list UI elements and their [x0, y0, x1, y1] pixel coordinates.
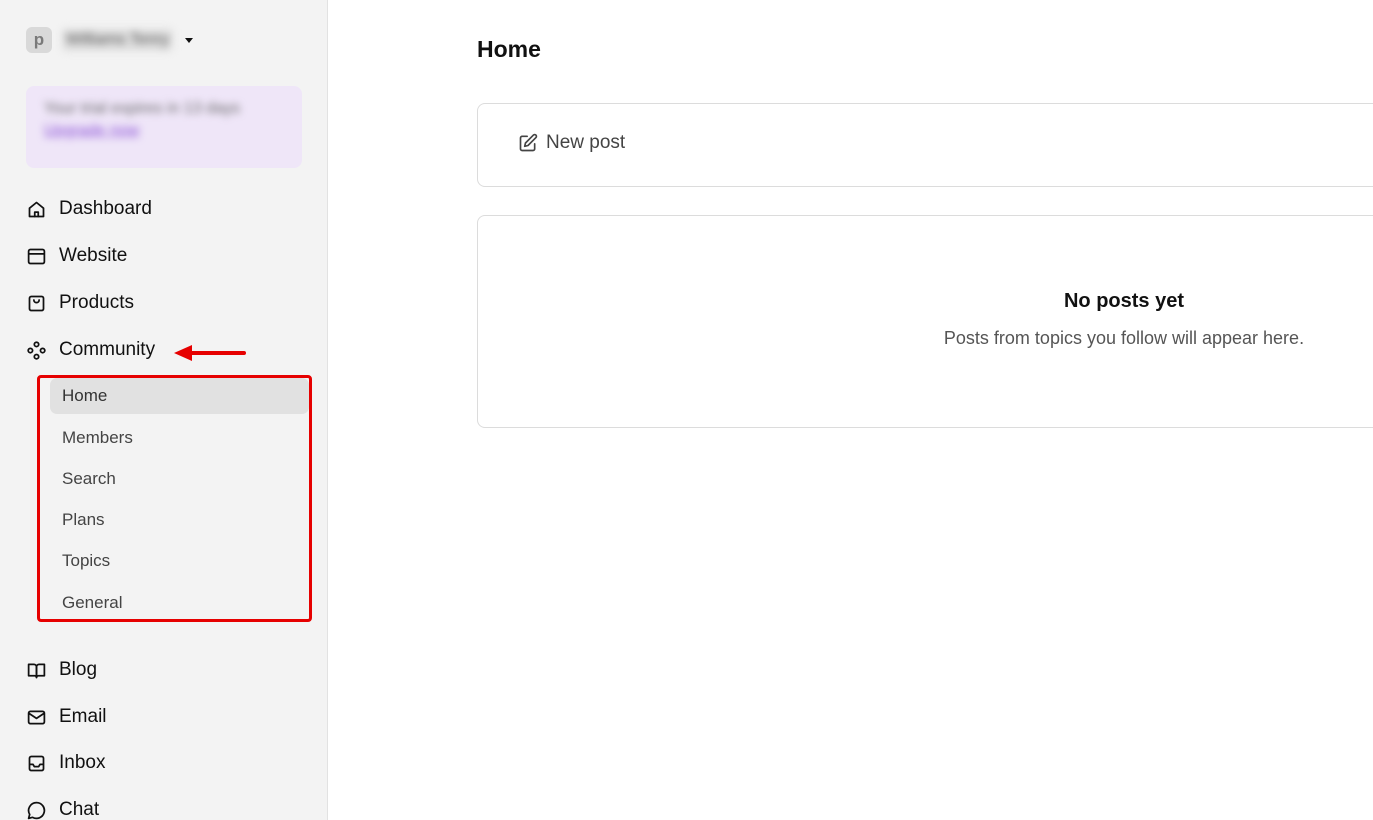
sidebar-item-label: Products	[59, 292, 134, 313]
sidebar-item-label: Blog	[59, 659, 98, 680]
sidebar-item-products[interactable]: Products	[26, 290, 134, 316]
subnav-item-plans[interactable]: Plans	[50, 502, 309, 538]
annotation-arrow-icon	[174, 345, 246, 361]
sidebar-item-community[interactable]: Community	[26, 337, 155, 363]
sidebar-item-label: Inbox	[59, 752, 106, 773]
workspace-logo: p	[26, 27, 52, 53]
open-book-icon	[27, 663, 46, 678]
sidebar-item-blog[interactable]: Blog	[26, 657, 97, 683]
sidebar: p Williams Tenry Your trial expires in 1…	[0, 0, 328, 820]
subnav-item-topics[interactable]: Topics	[50, 543, 309, 579]
trial-banner: Your trial expires in 13 days Upgrade no…	[26, 86, 302, 168]
sidebar-item-label: Dashboard	[59, 198, 152, 219]
new-post-card: New post	[477, 103, 1373, 187]
edit-pencil-icon	[519, 133, 538, 152]
sidebar-item-chat[interactable]: Chat	[26, 797, 99, 820]
empty-state-title: No posts yet	[1063, 290, 1185, 312]
new-post-label: New post	[546, 132, 626, 153]
upgrade-link[interactable]: Upgrade now	[44, 120, 284, 142]
sidebar-item-label: Website	[59, 245, 128, 266]
subnav-item-members[interactable]: Members	[50, 420, 309, 456]
subnav-item-home[interactable]: Home	[50, 378, 309, 414]
sidebar-item-dashboard[interactable]: Dashboard	[26, 196, 152, 222]
browser-window-icon	[27, 248, 46, 264]
empty-state-subtitle: Posts from topics you follow will appear…	[943, 328, 1305, 348]
envelope-icon	[27, 710, 46, 724]
sidebar-item-email[interactable]: Email	[26, 704, 107, 730]
sidebar-item-label: Community	[59, 339, 156, 360]
chat-bubble-icon	[27, 801, 46, 819]
new-post-button[interactable]: New post	[518, 132, 625, 154]
community-subnav: Home Members Search Plans Topics General	[37, 375, 312, 622]
sidebar-item-label: Chat	[59, 799, 100, 820]
community-nodes-icon	[27, 340, 46, 360]
inbox-tray-icon	[28, 755, 45, 771]
app-window: p Williams Tenry Your trial expires in 1…	[0, 0, 1373, 820]
subnav-item-search[interactable]: Search	[50, 461, 309, 497]
workspace-switcher[interactable]: p Williams Tenry	[26, 27, 193, 53]
home-icon	[28, 201, 45, 217]
trial-text: Your trial expires in 13 days	[44, 100, 240, 117]
workspace-name: Williams Tenry	[62, 29, 173, 51]
subnav-item-general[interactable]: General	[50, 585, 309, 621]
empty-state-card: No posts yet Posts from topics you follo…	[477, 215, 1373, 428]
page-title: Home	[477, 36, 541, 62]
shopping-bag-icon	[28, 295, 45, 311]
sidebar-item-website[interactable]: Website	[26, 243, 127, 269]
caret-down-icon	[184, 37, 193, 43]
sidebar-item-inbox[interactable]: Inbox	[26, 750, 105, 776]
sidebar-item-label: Email	[59, 706, 107, 727]
